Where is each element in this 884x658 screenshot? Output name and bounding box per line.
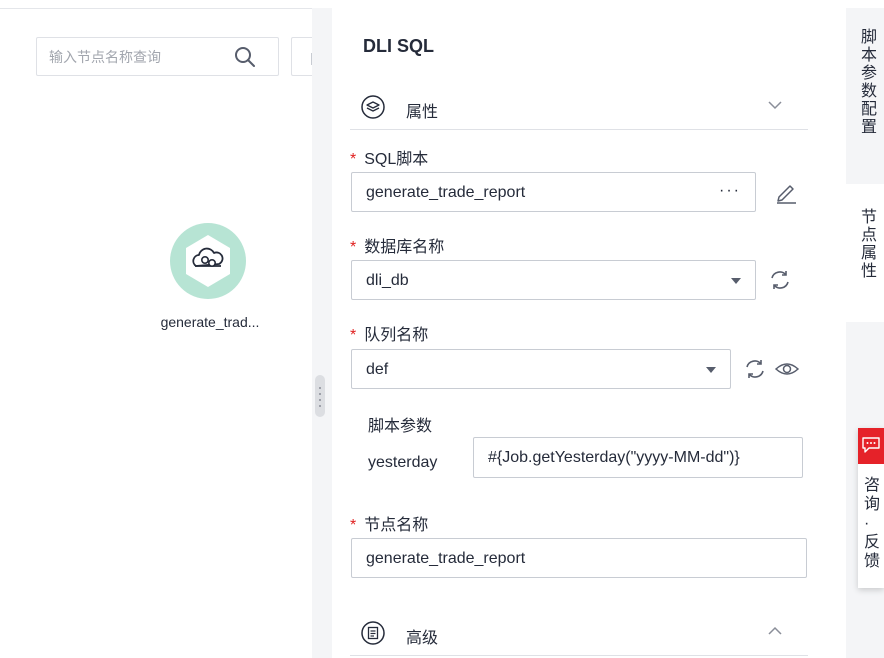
dropdown-caret-icon [706,367,716,373]
script-param-value-field[interactable]: #{Job.getYesterday("yyyy-MM-dd")} [473,437,803,478]
dropdown-caret-icon [731,278,741,284]
feedback-button[interactable]: 咨 询 · 反 馈 [858,428,884,588]
panel-splitter[interactable] [312,8,332,658]
chevron-down-icon[interactable] [768,98,782,112]
chat-bubble-icon [862,437,880,453]
script-param-value: #{Job.getYesterday("yyyy-MM-dd")} [488,449,740,466]
sql-script-field[interactable]: generate_trade_report ··· [351,172,756,212]
sql-script-label: * SQL脚本 [350,151,429,168]
splitter-grip-icon[interactable] [315,375,325,417]
queue-select[interactable]: def [351,349,731,389]
eye-icon[interactable] [774,356,800,382]
list-doc-icon [361,621,385,645]
node-hexagon [170,223,246,299]
workflow-node[interactable]: generate_trad... [140,222,280,342]
edit-pencil-icon[interactable] [773,179,799,205]
database-label: * 数据库名称 [350,239,445,256]
node-name-value: generate_trade_report [366,550,526,567]
database-select[interactable]: dli_db [351,260,756,300]
section-properties-header[interactable]: 属性 [350,82,808,130]
tab-node-properties[interactable]: 节点属性 [846,188,884,320]
refresh-icon[interactable] [742,356,768,382]
tab-script-params-config[interactable]: 脚本参数配置 [846,8,884,184]
search-icon[interactable] [234,46,256,68]
more-options-icon[interactable]: ··· [719,182,741,200]
chevron-up-icon[interactable] [768,624,782,638]
feedback-header [858,428,884,464]
panel-title: DLI SQL [363,36,434,56]
feedback-label: 咨 询 · 反 馈 [864,477,881,570]
sql-script-value: generate_trade_report [366,184,526,201]
node-name-field[interactable]: generate_trade_report [351,538,807,578]
section-advanced-label: 高级 [406,630,439,647]
script-params-title: 脚本参数 [368,418,433,435]
tab-node-properties-label: 节点属性 [858,208,875,280]
node-label: generate_trad... [160,314,260,330]
script-param-key: yesterday [368,454,438,471]
canvas-area: generate_trad... [0,0,313,658]
top-divider [0,8,312,9]
canvas-toolbar-button[interactable] [291,37,313,76]
node-properties-panel: DLI SQL 属性 * SQL脚本 generate_trade_report … [332,8,844,658]
queue-label: * 队列名称 [350,327,429,344]
section-properties-label: 属性 [406,104,439,121]
tab-script-params-config-label: 脚本参数配置 [858,28,875,136]
node-name-label: * 节点名称 [350,517,429,534]
refresh-icon[interactable] [767,267,793,293]
queue-value: def [366,361,389,378]
database-value: dli_db [366,272,409,289]
node-search-input[interactable] [49,47,219,67]
node-search-box[interactable] [36,37,279,76]
layers-icon [361,95,385,119]
section-advanced-header[interactable]: 高级 [350,608,808,656]
